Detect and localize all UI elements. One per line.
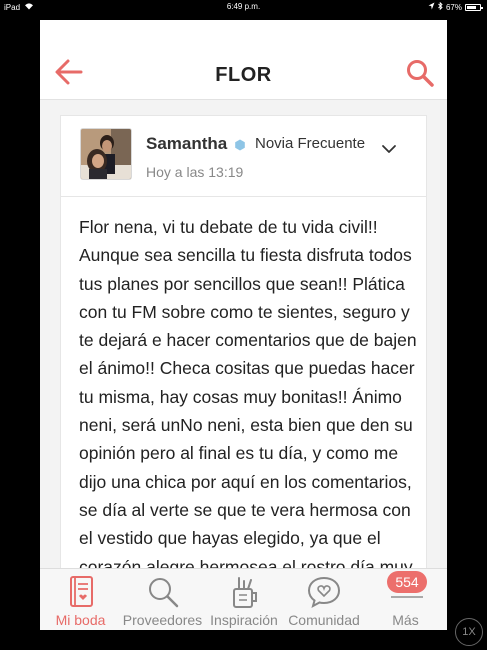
chevron-down-icon: [382, 145, 396, 153]
post-options-button[interactable]: [380, 142, 398, 154]
page-title: FLOR: [215, 64, 272, 86]
post-card: Samantha Novia Frecuente Hoy a las 13:19…: [60, 115, 427, 575]
user-rank-badge: Novia Frecuente: [255, 135, 366, 152]
post-body: Flor nena, vi tu debate de tu vida civil…: [79, 217, 417, 575]
menu-icon: [391, 596, 423, 598]
post-timestamp: Hoy a las 13:19: [146, 164, 244, 180]
tab-label: Más: [392, 612, 419, 628]
status-time: 6:49 p.m.: [226, 2, 261, 11]
avatar[interactable]: [80, 128, 132, 180]
playback-speed-button[interactable]: 1X: [455, 618, 483, 646]
pencil-cup-icon: [233, 577, 257, 608]
tab-inspiracion[interactable]: Inspiración: [204, 569, 284, 630]
search-button[interactable]: [405, 58, 435, 88]
location-icon: [428, 2, 435, 12]
tab-label: Proveedores: [122, 612, 203, 628]
avatar-photo: [81, 129, 131, 179]
post-author[interactable]: Samantha: [146, 134, 227, 154]
heart-chat-icon: [307, 576, 341, 608]
search-icon: [148, 578, 178, 608]
tab-label: Comunidad: [288, 612, 360, 628]
app-window: FLOR Samantha Novia Frecuente Hoy a las …: [40, 20, 447, 630]
notification-count-badge: 554: [387, 571, 427, 593]
bluetooth-icon: [438, 1, 443, 12]
tab-proveedores[interactable]: Proveedores: [121, 569, 204, 630]
tab-comunidad[interactable]: Comunidad: [284, 569, 364, 630]
book-icon: [69, 576, 93, 607]
tab-label: Mi boda: [55, 612, 106, 628]
search-icon: [407, 60, 434, 87]
battery-percent: 67%: [445, 2, 462, 12]
tab-label: Inspiración: [210, 612, 278, 628]
status-bar: iPad 6:49 p.m. 67%: [0, 0, 487, 14]
post-divider: [61, 196, 426, 197]
verified-badge-icon: [235, 139, 245, 151]
battery-icon: [465, 3, 483, 11]
tab-bar: Mi boda Proveedores Inspiración Comunida…: [40, 568, 447, 630]
tab-mi-boda[interactable]: Mi boda: [40, 569, 121, 630]
top-bar: FLOR: [40, 20, 447, 100]
